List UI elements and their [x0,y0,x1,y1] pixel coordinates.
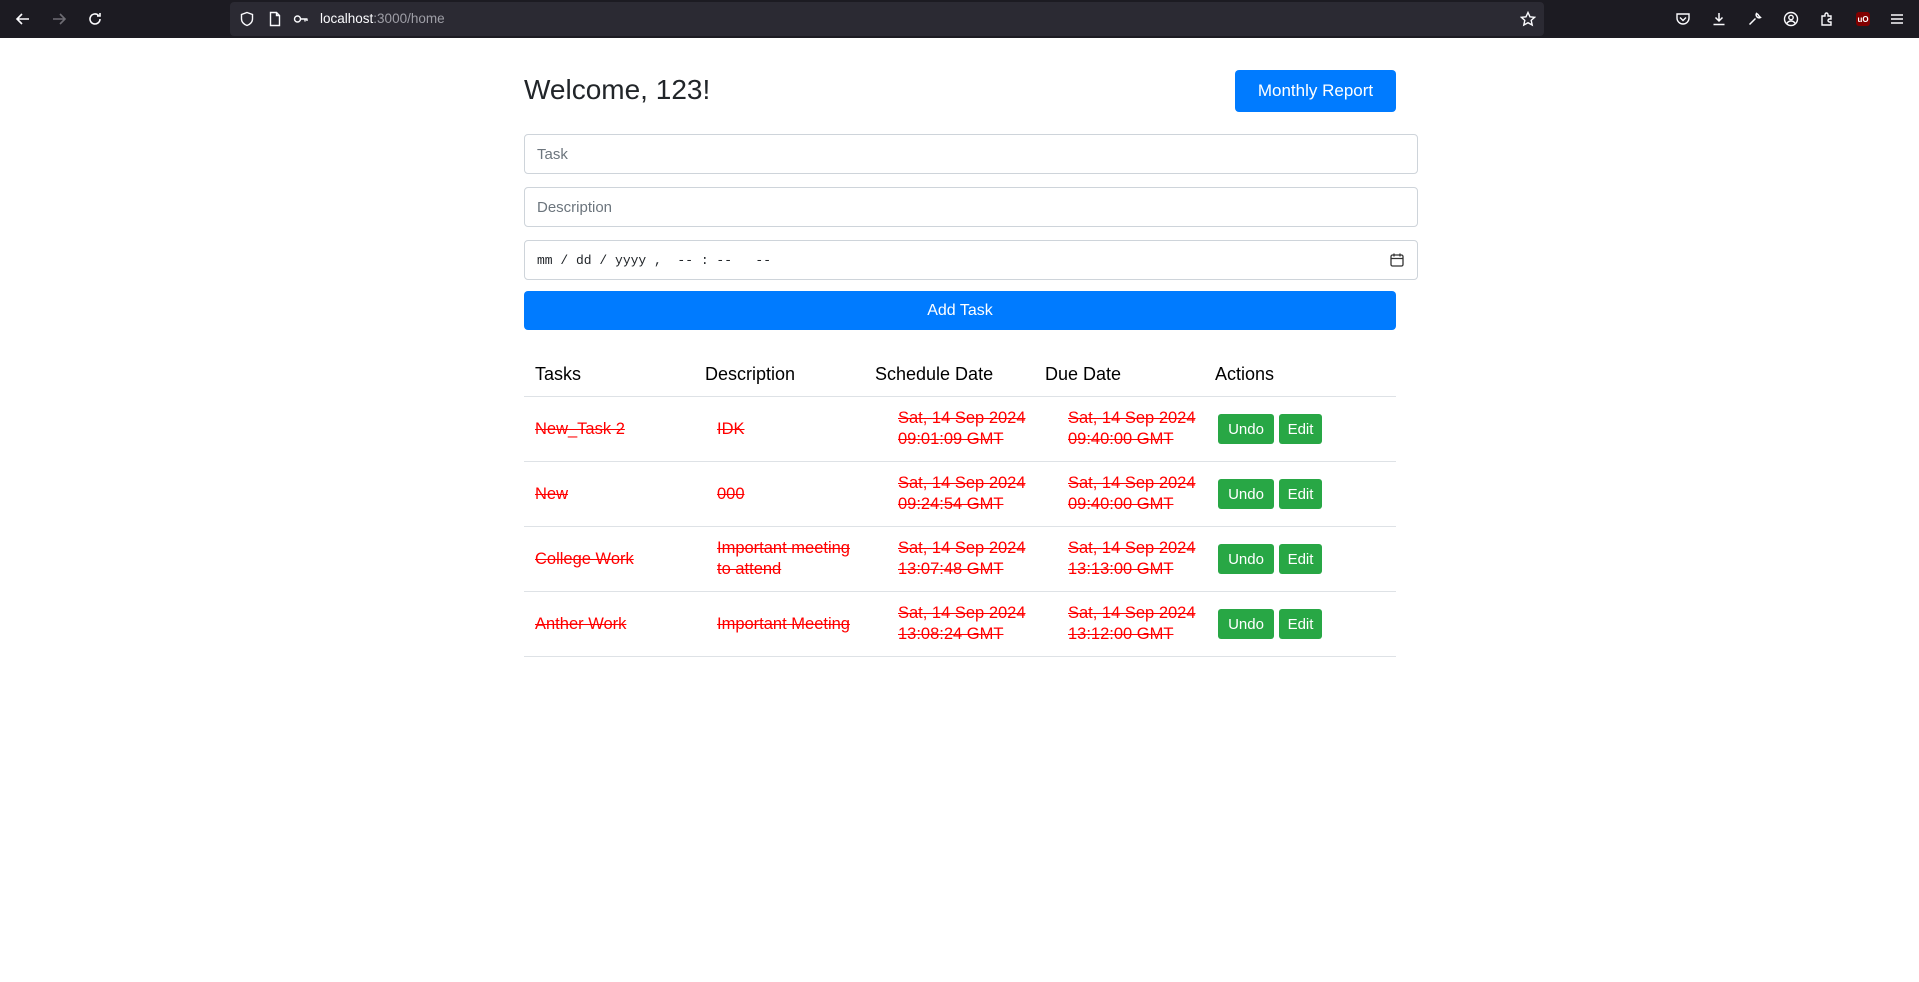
table-row: College Work Important meeting to attend… [524,526,1396,592]
task-placeholder: Task [537,145,568,163]
task-due-date: Sat, 14 Sep 2024 09:40:00 GMT [1034,461,1204,527]
browser-toolbar: localhost:3000/home uO [0,0,1919,38]
ublock-icon[interactable]: uO [1850,6,1876,32]
account-icon[interactable] [1778,6,1804,32]
add-task-button[interactable]: Add Task [524,291,1396,330]
task-actions: Undo Edit [1204,396,1396,462]
task-name: New [524,461,694,527]
extensions-icon[interactable] [1814,6,1840,32]
task-name: New_Task 2 [524,396,694,462]
pocket-icon[interactable] [1670,6,1696,32]
header-actions: Actions [1204,352,1396,397]
task-schedule-date: Sat, 14 Sep 2024 13:08:24 GMT [864,591,1034,657]
task-description: Important meeting to attend [694,526,864,592]
task-schedule-date: Sat, 14 Sep 2024 09:01:09 GMT [864,396,1034,462]
monthly-report-button[interactable]: Monthly Report [1235,70,1396,112]
header-schedule-date: Schedule Date [864,352,1034,397]
bookmark-star-icon[interactable] [1519,10,1537,27]
task-schedule-date: Sat, 14 Sep 2024 09:24:54 GMT [864,461,1034,527]
task-description: 000 [694,461,864,527]
task-name: College Work [524,526,694,592]
undo-button[interactable]: Undo [1218,479,1274,509]
task-input[interactable]: Task [524,134,1418,174]
page-icon[interactable] [267,11,283,27]
undo-button[interactable]: Undo [1218,544,1274,574]
task-description: IDK [694,396,864,462]
url-path: :3000/home [373,11,445,26]
ublock-badge: uO [1856,12,1870,26]
description-input[interactable]: Description [524,187,1418,227]
wrench-icon[interactable] [1742,6,1768,32]
back-icon[interactable] [10,6,36,32]
task-schedule-date: Sat, 14 Sep 2024 13:07:48 GMT [864,526,1034,592]
task-actions: Undo Edit [1204,461,1396,527]
task-due-date: Sat, 14 Sep 2024 13:13:00 GMT [1034,526,1204,592]
header-due-date: Due Date [1034,352,1204,397]
table-header-row: Tasks Description Schedule Date Due Date… [524,352,1396,397]
datetime-placeholder: mm / dd / yyyy , -- : -- -- [537,252,772,268]
tasks-table: Tasks Description Schedule Date Due Date… [524,352,1396,657]
table-row: New_Task 2 IDK Sat, 14 Sep 2024 09:01:09… [524,396,1396,462]
task-actions: Undo Edit [1204,591,1396,657]
task-due-date: Sat, 14 Sep 2024 09:40:00 GMT [1034,396,1204,462]
datetime-input[interactable]: mm / dd / yyyy , -- : -- -- [524,240,1418,280]
edit-button[interactable]: Edit [1279,414,1322,444]
key-icon[interactable] [293,11,309,27]
welcome-heading: Welcome, 123! [524,74,711,105]
shield-icon[interactable] [239,11,255,27]
header-description: Description [694,352,864,397]
url-text[interactable]: localhost:3000/home [320,11,445,26]
forward-icon[interactable] [46,6,72,32]
task-due-date: Sat, 14 Sep 2024 13:12:00 GMT [1034,591,1204,657]
calendar-icon[interactable] [1389,252,1405,268]
url-host: localhost [320,11,374,26]
task-actions: Undo Edit [1204,526,1396,592]
table-row: Anther Work Important Meeting Sat, 14 Se… [524,591,1396,657]
reload-icon[interactable] [82,6,108,32]
task-description: Important Meeting [694,591,864,657]
table-row: New 000 Sat, 14 Sep 2024 09:24:54 GMT Sa… [524,461,1396,527]
undo-button[interactable]: Undo [1218,609,1274,639]
header-tasks: Tasks [524,352,694,397]
edit-button[interactable]: Edit [1279,479,1322,509]
edit-button[interactable]: Edit [1279,544,1322,574]
downloads-icon[interactable] [1706,6,1732,32]
description-placeholder: Description [537,198,613,216]
url-bar[interactable]: localhost:3000/home [230,2,1544,36]
edit-button[interactable]: Edit [1279,609,1322,639]
task-name: Anther Work [524,591,694,657]
menu-icon[interactable] [1884,6,1910,32]
undo-button[interactable]: Undo [1218,414,1274,444]
